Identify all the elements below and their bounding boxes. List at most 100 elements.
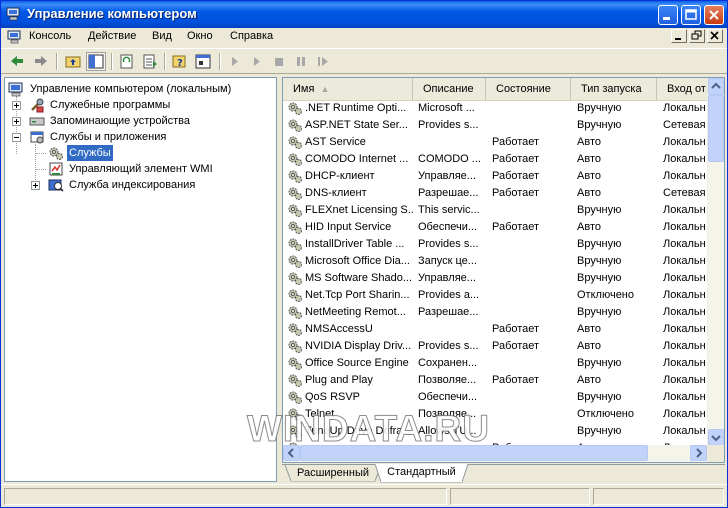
table-row[interactable]: NVIDIA Display Driv... Provides s... Работ…	[283, 338, 707, 355]
tree-node-services[interactable]: Службы	[5, 145, 273, 161]
mdi-minimize-button[interactable]	[671, 29, 687, 43]
list-rows: .NET Runtime Opti... Microsoft ... Вручную…	[283, 100, 707, 448]
show-hide-tree-button[interactable]	[86, 52, 106, 71]
vertical-scrollbar[interactable]	[707, 78, 724, 446]
cell-description: Provides s...	[418, 119, 479, 131]
cell-log-on-as: Локальн	[663, 323, 706, 335]
scroll-right-button[interactable]	[690, 445, 707, 461]
title-bar[interactable]: Управление компьютером	[1, 1, 727, 28]
cell-status: Работает	[492, 187, 540, 199]
start-service-alt-button[interactable]	[247, 52, 267, 71]
cell-startup-type: Вручную	[577, 306, 622, 318]
console-window-icon[interactable]	[7, 30, 23, 44]
minimize-button[interactable]	[658, 5, 678, 25]
cell-status	[492, 236, 572, 253]
tree-node-system-tools[interactable]: Служебные программы	[5, 97, 273, 113]
cell-status	[492, 355, 572, 372]
restart-service-button[interactable]	[313, 52, 333, 71]
menu-window[interactable]: Окно	[187, 30, 213, 42]
mdi-close-button[interactable]	[707, 29, 723, 43]
service-icon	[287, 270, 304, 287]
cell-log-on-as: Локальн	[663, 153, 706, 165]
table-row[interactable]: NMSAccessU Работает Авто Локальн	[283, 321, 707, 338]
table-row[interactable]: InstallDriver Table ... Provides s... Вруч…	[283, 236, 707, 253]
table-row[interactable]: FLEXnet Licensing S... This servic... Вруч…	[283, 202, 707, 219]
refresh-button[interactable]	[117, 52, 137, 71]
column-header-status[interactable]: Состояние	[486, 78, 571, 100]
start-service-button[interactable]	[225, 52, 245, 71]
table-row[interactable]: Microsoft Office Dia... Запуск це... Вручн…	[283, 253, 707, 270]
tab-standard[interactable]: Стандартный	[381, 464, 462, 482]
cell-log-on-as: Локальн	[663, 204, 706, 216]
cell-log-on-as: Локальн	[663, 408, 706, 420]
cell-startup-type: Авто	[577, 340, 601, 352]
tree-node-label: Службы	[67, 145, 113, 161]
table-row[interactable]: AST Service Работает Авто Локальн	[283, 134, 707, 151]
expand-icon[interactable]	[12, 117, 21, 126]
pause-icon	[297, 57, 305, 66]
menu-help[interactable]: Справка	[230, 30, 273, 42]
mdi-restore-button[interactable]	[689, 29, 705, 43]
cell-name: COMODO Internet ...	[305, 153, 409, 165]
forward-button[interactable]	[31, 52, 51, 71]
tree-node-indexing[interactable]: Служба индексирования	[5, 177, 273, 193]
properties-button[interactable]	[193, 52, 213, 71]
table-row[interactable]: MS Software Shado... Управляе... Вручную Ло…	[283, 270, 707, 287]
cell-log-on-as: Локальн	[663, 136, 706, 148]
table-row[interactable]: Plug and Play Позволяе... Работает Авто Лока…	[283, 372, 707, 389]
back-button[interactable]	[7, 52, 27, 71]
tree-line	[36, 153, 46, 154]
tree-node-services-apps[interactable]: Службы и приложения	[5, 129, 273, 145]
tree-node-storage[interactable]: Запоминающие устройства	[5, 113, 273, 129]
status-pane-main	[4, 488, 447, 505]
cell-startup-type: Вручную	[577, 119, 622, 131]
watermark-text: WINDATA.RU	[247, 408, 490, 450]
arrow-right-icon	[35, 56, 47, 66]
cell-status	[492, 202, 572, 219]
table-row[interactable]: ASP.NET State Ser... Provides s... Вручную…	[283, 117, 707, 134]
stop-service-button[interactable]	[269, 52, 289, 71]
cell-status	[492, 304, 572, 321]
table-row[interactable]: DHCP-клиент Управляе... Работает Авто Локаль…	[283, 168, 707, 185]
column-header-description[interactable]: Описание	[413, 78, 486, 100]
close-button[interactable]	[704, 5, 724, 25]
expand-icon[interactable]	[31, 181, 40, 190]
collapse-icon[interactable]	[12, 133, 21, 142]
menu-view[interactable]: Вид	[152, 30, 172, 42]
table-row[interactable]: .NET Runtime Opti... Microsoft ... Вручную…	[283, 100, 707, 117]
cell-name: NMSAccessU	[305, 323, 373, 335]
tree-node-root[interactable]: Управление компьютером (локальным)	[8, 81, 276, 97]
table-row[interactable]: Net.Tcp Port Sharin... Provides a... Отклю…	[283, 287, 707, 304]
scroll-down-button[interactable]	[708, 429, 724, 446]
maximize-button[interactable]	[681, 5, 701, 25]
table-row[interactable]: Office Source Engine Сохранен... Вручную Ло…	[283, 355, 707, 372]
scroll-up-button[interactable]	[708, 78, 724, 95]
service-icon	[287, 219, 304, 236]
column-header-startup-type[interactable]: Тип запуска	[571, 78, 657, 100]
help-button[interactable]: ?	[170, 52, 190, 71]
cell-name: Office Source Engine	[305, 357, 409, 369]
table-row[interactable]: NetMeeting Remot... Разрешае... Вручную Лок…	[283, 304, 707, 321]
table-row[interactable]: HID Input Service Обеспечи... Работает Авто…	[283, 219, 707, 236]
table-row[interactable]: QoS RSVP Обеспечи... Вручную Локальн	[283, 389, 707, 406]
column-header-name[interactable]: Имя ▲	[283, 78, 413, 100]
up-one-level-button[interactable]	[63, 52, 83, 71]
cell-name: HID Input Service	[305, 221, 392, 233]
menu-console[interactable]: Консоль	[29, 30, 71, 42]
minimize-icon	[675, 38, 681, 40]
export-list-button[interactable]	[140, 52, 160, 71]
tree-line	[36, 169, 46, 170]
table-row[interactable]: COMODO Internet ... COMODO ... Работает Авт…	[283, 151, 707, 168]
folder-up-icon	[65, 56, 81, 68]
cell-log-on-as: Локальн	[663, 391, 706, 403]
table-row[interactable]: DNS-клиент Разрешае... Работает Авто Сетевая	[283, 185, 707, 202]
pause-service-button[interactable]	[291, 52, 311, 71]
tab-extended[interactable]: Расширенный	[291, 465, 375, 481]
chevron-right-icon	[696, 448, 703, 458]
tree-node-wmi[interactable]: Управляющий элемент WMI	[5, 161, 273, 177]
scroll-thumb[interactable]	[708, 95, 724, 162]
toolbar: ?	[1, 48, 727, 74]
play-icon	[254, 57, 260, 66]
expand-icon[interactable]	[12, 101, 21, 110]
menu-action[interactable]: Действие	[88, 30, 136, 42]
